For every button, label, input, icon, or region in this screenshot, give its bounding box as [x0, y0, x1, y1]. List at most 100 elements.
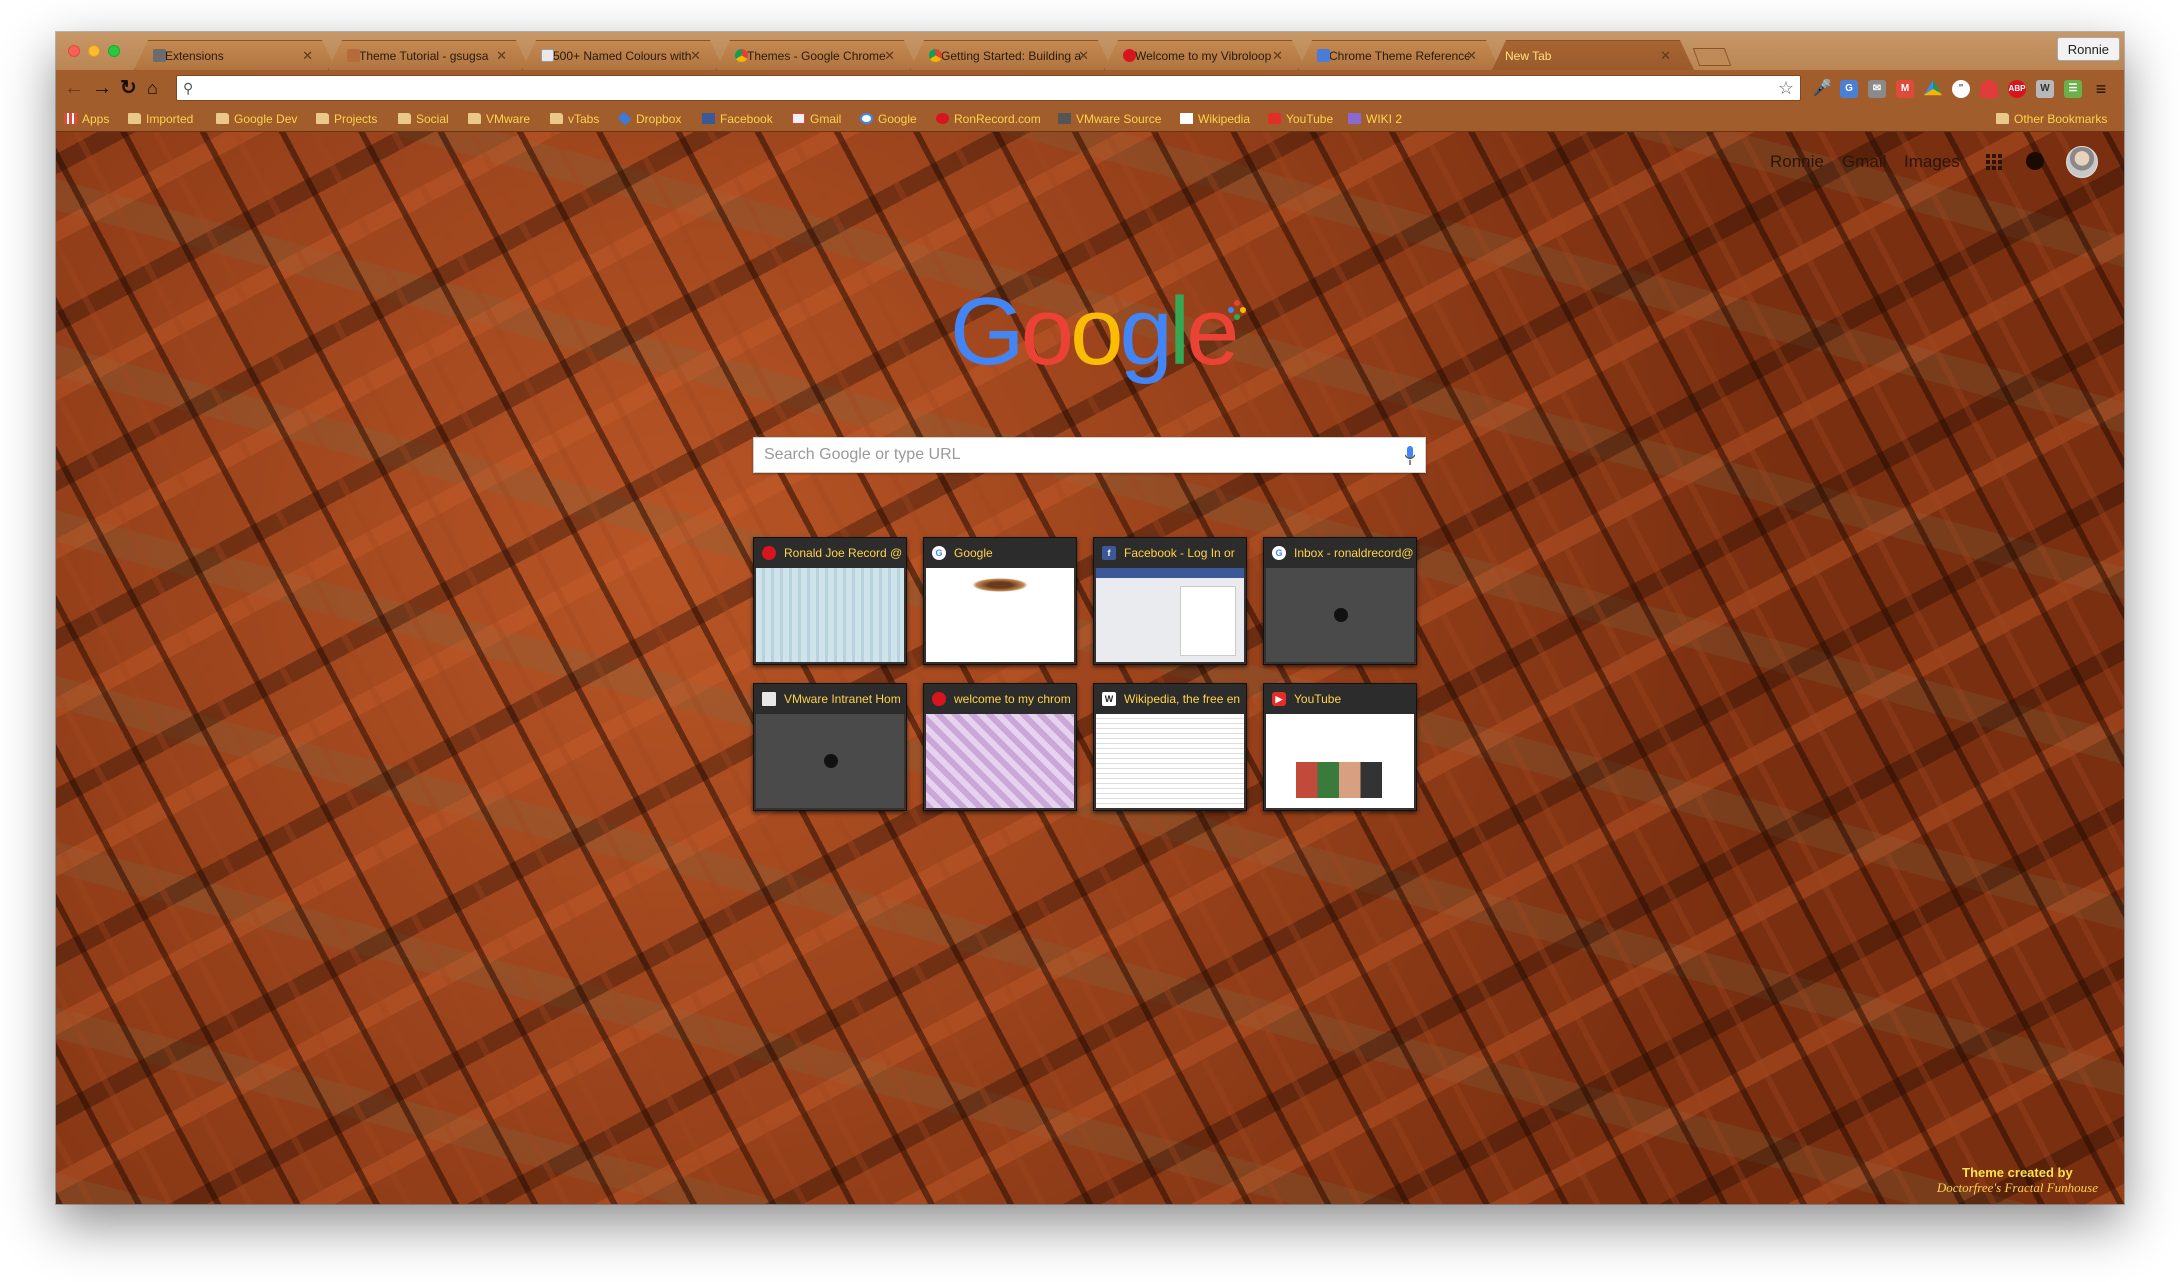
menu-icon[interactable]: ≡ [2092, 80, 2110, 98]
bookmark-apps[interactable]: Apps [64, 112, 109, 126]
close-tab-icon[interactable]: ✕ [690, 48, 701, 64]
bookmark-other[interactable]: Other Bookmarks [1996, 112, 2107, 126]
tile-title: f Facebook - Log In or [1094, 538, 1246, 568]
youtube-icon: ▶ [1272, 692, 1286, 706]
search-input[interactable] [754, 438, 1384, 472]
gmail-icon[interactable]: M [1896, 80, 1914, 98]
toolbar: ← → ↻ ⌂ ⚲ ☆ 🎤 G ✉ M " ABP W ☰ ≡ [56, 70, 2124, 106]
credit-author: Doctorfree's Fractal Funhouse [1936, 1180, 2098, 1195]
bookmark-wiki2[interactable]: WIKI 2 [1348, 112, 1402, 126]
tab-theme-reference[interactable]: Chrome Theme Reference ✕ [1298, 40, 1500, 70]
evernote-icon[interactable]: ☰ [2064, 80, 2082, 98]
tab-label: Welcome to my Vibroloop [1135, 49, 1272, 63]
tab-new-tab[interactable]: New Tab ✕ [1492, 40, 1694, 70]
facebook-icon [702, 113, 715, 124]
tab-label: Themes - Google Chrome [747, 49, 886, 63]
most-visited-tile-youtube[interactable]: ▶ YouTube [1263, 683, 1417, 811]
avatar[interactable] [2066, 146, 2098, 178]
bookmark-label: VMware Source [1076, 112, 1162, 126]
zoom-window-button[interactable] [108, 45, 120, 57]
bookmark-dropbox[interactable]: Dropbox [617, 111, 681, 126]
tab-theme-tutorial[interactable]: Theme Tutorial - gsugsa ✕ [328, 40, 530, 70]
tile-label: Google [954, 546, 993, 560]
google-icon: G [1272, 546, 1286, 560]
microphone-icon[interactable]: 🎤 [1812, 80, 1832, 98]
tab-label: Extensions [165, 49, 224, 63]
bookmark-projects[interactable]: Projects [316, 112, 377, 126]
translate-icon[interactable]: G [1840, 80, 1858, 98]
most-visited-tile-ronrecord[interactable]: Ronald Joe Record @ [753, 537, 907, 665]
user-link[interactable]: Ronnie [1770, 152, 1824, 172]
bookmark-google-dev[interactable]: Google Dev [216, 112, 297, 126]
minimize-window-button[interactable] [88, 45, 100, 57]
most-visited-tile-vmware[interactable]: VMware Intranet Hom [753, 683, 907, 811]
tab-themes-chrome[interactable]: Themes - Google Chrome ✕ [716, 40, 918, 70]
close-tab-icon[interactable]: ✕ [884, 48, 895, 64]
tile-title: ▶ YouTube [1264, 684, 1416, 714]
tab-extensions[interactable]: Extensions ✕ [134, 40, 336, 70]
close-window-button[interactable] [68, 45, 80, 57]
images-link[interactable]: Images [1904, 152, 1960, 172]
bookmark-label: RonRecord.com [954, 112, 1041, 126]
tile-label: welcome to my chrom [954, 692, 1071, 706]
bookmarks-bar: Apps Imported Google Dev Projects Social… [56, 106, 2124, 132]
bookmark-imported[interactable]: Imported [128, 112, 193, 126]
bookmark-social[interactable]: Social [398, 112, 449, 126]
folder-icon [216, 113, 229, 124]
bookmark-label: vTabs [568, 112, 600, 126]
close-tab-icon[interactable]: ✕ [1466, 48, 1477, 64]
most-visited-tile-facebook[interactable]: f Facebook - Log In or [1093, 537, 1247, 665]
bookmark-google[interactable]: Google [860, 112, 917, 126]
address-bar[interactable]: ⚲ ☆ [176, 75, 1801, 101]
home-icon[interactable]: ⌂ [147, 77, 158, 99]
close-tab-icon[interactable]: ✕ [1660, 48, 1671, 64]
most-visited-tile-inbox[interactable]: G Inbox - ronaldrecord@ [1263, 537, 1417, 665]
tab-label: Chrome Theme Reference [1329, 49, 1469, 63]
w-icon[interactable]: W [2036, 80, 2054, 98]
gmail-link[interactable]: Gmail [1842, 152, 1886, 172]
bookmark-label: Apps [82, 112, 110, 126]
youtube-icon [1268, 113, 1281, 124]
drive-icon[interactable] [1924, 80, 1942, 96]
reload-icon[interactable]: ↻ [120, 77, 137, 99]
tab-getting-started[interactable]: Getting Started: Building a ✕ [910, 40, 1112, 70]
bookmark-label: Google [878, 112, 917, 126]
hangouts-icon[interactable]: " [1952, 80, 1970, 98]
close-tab-icon[interactable]: ✕ [1078, 48, 1089, 64]
adblock-icon[interactable]: ABP [2008, 80, 2026, 98]
bookmark-star-icon[interactable]: ☆ [1778, 78, 1794, 99]
new-tab-button[interactable] [1692, 48, 1732, 66]
bookmark-label: Wikipedia [1198, 112, 1251, 126]
microphone-icon[interactable] [1405, 446, 1415, 466]
most-visited-tile-chrome-welcome[interactable]: welcome to my chrom [923, 683, 1077, 811]
mail-icon[interactable]: ✉ [1868, 80, 1886, 98]
bookmark-wikipedia[interactable]: Wikipedia [1180, 112, 1250, 126]
close-tab-icon[interactable]: ✕ [496, 48, 507, 64]
close-tab-icon[interactable]: ✕ [302, 48, 313, 64]
bookmark-ronrecord[interactable]: RonRecord.com [936, 112, 1041, 126]
forward-icon[interactable]: → [92, 77, 112, 99]
tab-label: 500+ Named Colours with [553, 49, 692, 63]
tile-thumbnail [1266, 714, 1414, 808]
tab-label: New Tab [1505, 49, 1552, 63]
bookmark-vmware-source[interactable]: VMware Source [1058, 112, 1161, 126]
bookmark-facebook[interactable]: Facebook [702, 112, 773, 126]
close-tab-icon[interactable]: ✕ [1272, 48, 1283, 64]
most-visited-tile-wikipedia[interactable]: W Wikipedia, the free en [1093, 683, 1247, 811]
profile-button[interactable]: Ronnie [2056, 37, 2120, 61]
bookmark-gmail[interactable]: Gmail [792, 112, 841, 126]
bookmark-vmware[interactable]: VMware [468, 112, 530, 126]
lastpass-icon[interactable] [1980, 80, 1998, 98]
apps-grid-icon[interactable] [1986, 154, 2002, 170]
bookmark-vtabs[interactable]: vTabs [550, 112, 599, 126]
tab-vibroloop[interactable]: Welcome to my Vibroloop ✕ [1104, 40, 1306, 70]
record-icon [936, 113, 949, 124]
notifications-icon[interactable] [2026, 152, 2044, 170]
bookmark-label: Social [416, 112, 449, 126]
tile-label: Inbox - ronaldrecord@ [1294, 546, 1414, 560]
bookmark-youtube[interactable]: YouTube [1268, 112, 1333, 126]
folder-icon [1996, 113, 2009, 124]
tab-named-colours[interactable]: 500+ Named Colours with ✕ [522, 40, 724, 70]
most-visited-tile-google[interactable]: G Google [923, 537, 1077, 665]
back-icon[interactable]: ← [64, 77, 84, 99]
